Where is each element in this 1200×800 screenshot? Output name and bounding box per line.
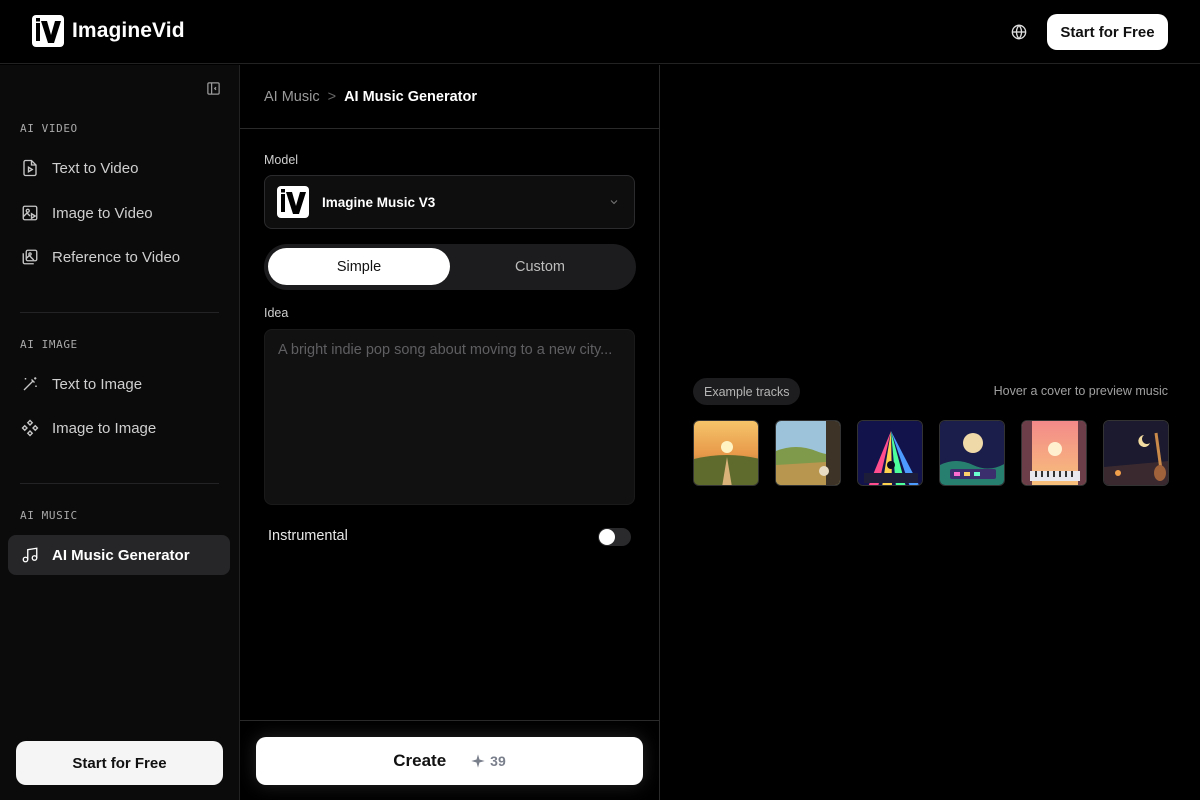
header-start-free-button[interactable]: Start for Free <box>1047 14 1168 50</box>
model-label: Model <box>264 153 299 167</box>
cover-meadow-window[interactable] <box>775 420 841 486</box>
images-icon <box>20 247 40 267</box>
sidebar-item-text-to-video[interactable]: Text to Video <box>8 148 230 188</box>
section-title-ai-image: AI IMAGE <box>20 338 78 351</box>
create-button-label: Create <box>393 751 447 770</box>
music-note-icon <box>20 545 40 565</box>
example-tracks-pill: Example tracks <box>693 378 801 405</box>
cover-sunset-piano[interactable] <box>1021 420 1087 486</box>
sidebar-item-image-to-video[interactable]: Image to Video <box>8 193 230 233</box>
sidebar-item-ai-music-generator[interactable]: AI Music Generator <box>8 535 230 575</box>
breadcrumb: AI Music > AI Music Generator <box>264 89 477 105</box>
sidebar-item-label: Reference to Video <box>52 248 181 266</box>
chevron-down-icon <box>610 200 618 205</box>
mode-toggle: Simple Custom <box>264 244 636 290</box>
model-select[interactable]: Imagine Music V3 <box>264 175 635 229</box>
idea-label: Idea <box>264 306 289 320</box>
sidebar-item-label: Text to Video <box>52 159 139 177</box>
cover-country-road[interactable] <box>693 420 759 486</box>
mode-custom-tab[interactable]: Custom <box>449 248 631 285</box>
panel-divider <box>240 720 660 721</box>
sidebar-item-label: Image to Video <box>52 204 153 222</box>
example-covers <box>693 420 1169 486</box>
create-button[interactable]: Create 39 <box>256 737 643 785</box>
image-play-icon <box>20 203 40 223</box>
sidebar-start-free-button[interactable]: Start for Free <box>16 741 223 785</box>
instrumental-label: Instrumental <box>268 528 348 544</box>
sidebar-item-label: Text to Image <box>52 375 143 393</box>
sidebar-item-text-to-image[interactable]: Text to Image <box>8 364 230 404</box>
credit-cost: 39 <box>470 753 506 769</box>
generator-panel: AI Music > AI Music Generator Model Imag… <box>240 65 660 800</box>
breadcrumb-parent-link[interactable]: AI Music <box>264 89 320 105</box>
sidebar-item-image-to-image[interactable]: Image to Image <box>8 408 230 448</box>
model-logo-icon <box>277 186 309 218</box>
globe-icon <box>1011 24 1027 40</box>
breadcrumb-current: AI Music Generator <box>344 89 478 105</box>
sidebar-item-reference-to-video[interactable]: Reference to Video <box>8 237 230 277</box>
panel-collapse-icon <box>207 82 220 95</box>
instrumental-toggle[interactable] <box>598 528 631 546</box>
mode-simple-tab[interactable]: Simple <box>268 248 450 285</box>
toggle-knob <box>599 529 615 545</box>
cover-neon-stage[interactable] <box>857 420 923 486</box>
brand-logo[interactable]: ImagineVid <box>32 15 185 47</box>
sidebar: AI VIDEO Text to Video Image to Video Re… <box>0 65 240 800</box>
cover-night-guitar[interactable] <box>1103 420 1169 486</box>
preview-panel: Example tracks Hover a cover to preview … <box>661 65 1200 800</box>
sidebar-divider <box>20 483 219 484</box>
magic-wand-icon <box>20 374 40 394</box>
panel-divider <box>240 128 660 129</box>
cover-moon-synth[interactable] <box>939 420 1005 486</box>
sidebar-collapse-button[interactable] <box>206 81 222 97</box>
brand-logo-icon <box>32 15 64 47</box>
language-button[interactable] <box>1008 21 1030 43</box>
model-selected-value: Imagine Music V3 <box>322 194 436 210</box>
file-play-icon <box>20 158 40 178</box>
section-title-ai-video: AI VIDEO <box>20 122 78 135</box>
idea-input[interactable] <box>264 329 635 505</box>
sidebar-item-label: Image to Image <box>52 419 157 437</box>
credit-count: 39 <box>490 753 506 769</box>
preview-hint: Hover a cover to preview music <box>993 384 1168 398</box>
sparkle-icon <box>471 754 485 768</box>
breadcrumb-separator: > <box>327 89 337 105</box>
section-title-ai-music: AI MUSIC <box>20 509 78 522</box>
sidebar-divider <box>20 312 219 313</box>
sidebar-item-label: AI Music Generator <box>52 546 190 564</box>
brand-name: ImagineVid <box>72 19 185 42</box>
top-header: ImagineVid Start for Free <box>0 0 1200 64</box>
components-icon <box>20 418 40 438</box>
